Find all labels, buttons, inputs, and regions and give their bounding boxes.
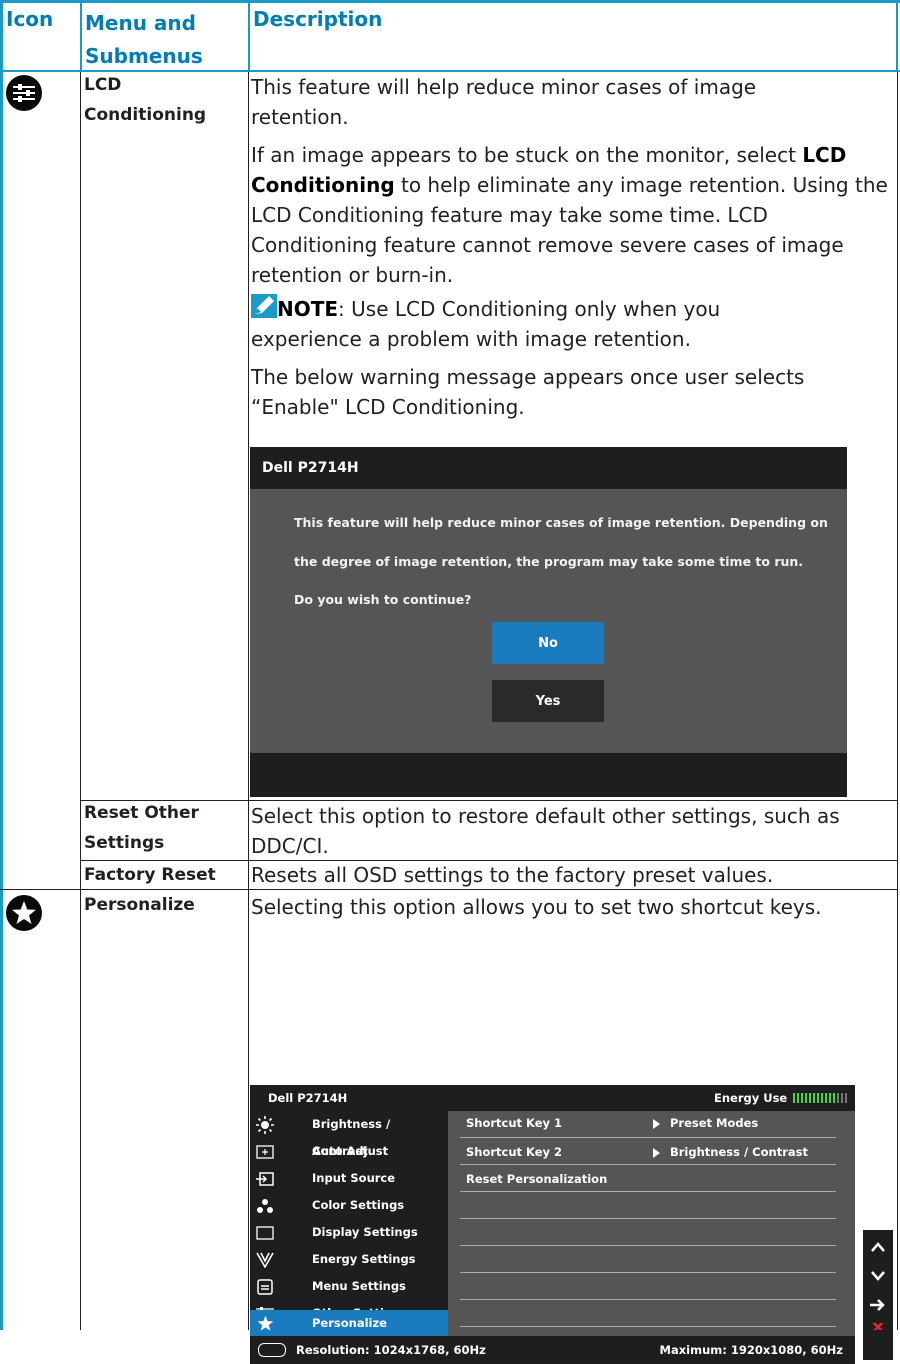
dialog-text: Do you wish to continue? (294, 592, 472, 607)
energy-use-fill (793, 1093, 837, 1103)
header-icon: Icon (6, 7, 54, 31)
display-settings-icon (256, 1224, 274, 1241)
personalize-description: Selecting this option allows you to set … (251, 895, 822, 919)
osd-status-bar: Resolution: 1024x1768, 60Hz Maximum: 192… (250, 1336, 855, 1364)
menu-label: Reset Other (84, 803, 199, 823)
reset-other-description: Select this option to restore default ot… (251, 804, 840, 858)
column-rule (248, 3, 250, 70)
header-menu-line2: Submenus (85, 44, 203, 68)
reset-personalization[interactable]: Reset Personalization (466, 1172, 607, 1186)
other-settings-icon (6, 75, 42, 111)
star-icon (6, 895, 42, 931)
energy-use-empty (837, 1093, 848, 1103)
osd-row-divider (460, 1272, 836, 1273)
column-rule (897, 70, 898, 1330)
osd-item-brightness-contrast[interactable]: Brightness / Contrast (250, 1111, 448, 1158)
shortcut-key-2-label[interactable]: Shortcut Key 2 (466, 1145, 562, 1159)
osd-sidebar: Brightness / Contrast Auto Adjust Input … (250, 1111, 448, 1336)
dialog-yes-button[interactable]: Yes (492, 680, 604, 722)
auto-adjust-icon (256, 1143, 274, 1160)
energy-use-meter (793, 1093, 848, 1103)
osd-menu: Dell P2714H Energy Use Brightness / Cont… (250, 1085, 855, 1364)
column-rule (896, 3, 898, 70)
play-icon (653, 1119, 660, 1129)
note-label: NOTE (277, 297, 339, 321)
osd-item-menu-settings[interactable]: Menu Settings (250, 1273, 448, 1300)
menu-label: LCD (84, 75, 122, 95)
osd-row-divider (460, 1164, 836, 1165)
osd-row-divider (460, 1299, 836, 1300)
shortcut-key-2-value[interactable]: Brightness / Contrast (670, 1145, 808, 1159)
osd-row-divider (460, 1245, 836, 1246)
input-source-icon (256, 1170, 274, 1187)
table-top-rule (0, 0, 900, 3)
star-icon (256, 1315, 274, 1332)
shortcut-key-1-label[interactable]: Shortcut Key 1 (466, 1116, 562, 1130)
osd-item-energy-settings[interactable]: Energy Settings (250, 1246, 448, 1273)
dialog-text: This feature will help reduce minor case… (294, 515, 828, 530)
menu-personalize: Personalize (84, 895, 195, 915)
osd-title-bar: Dell P2714H Energy Use (250, 1085, 855, 1111)
dialog-text: the degree of image retention, the progr… (294, 554, 804, 569)
up-icon[interactable] (867, 1236, 889, 1258)
osd-item-personalize[interactable]: Personalize (250, 1310, 448, 1337)
dialog-no-button[interactable]: No (492, 622, 604, 664)
warning-dialog: Dell P2714H This feature will help reduc… (250, 447, 847, 797)
resolution-text: Resolution: 1024x1768, 60Hz (296, 1343, 486, 1357)
header-menu: Menu and Submenus (85, 7, 203, 73)
menu-label: Settings (84, 833, 165, 853)
enter-arrow-icon[interactable] (867, 1294, 889, 1316)
column-rule (248, 70, 249, 1330)
osd-item-auto-adjust[interactable]: Auto Adjust (250, 1138, 448, 1165)
paragraph: If an image appears to be stuck on the m… (251, 143, 888, 287)
dialog-footer (250, 753, 847, 797)
osd-row-divider (460, 1326, 836, 1327)
paragraph: This feature will help reduce minor case… (251, 75, 757, 129)
dialog-title: Dell P2714H (250, 447, 847, 489)
play-icon (653, 1148, 660, 1158)
lcd-description: This feature will help reduce minor case… (251, 72, 891, 422)
input-port-icon (258, 1343, 286, 1357)
osd-row-divider (460, 1191, 836, 1192)
paragraph: The below warning message appears once u… (251, 365, 805, 419)
color-settings-icon (256, 1197, 274, 1214)
menu-reset-other-settings: Reset Other Settings (84, 798, 199, 858)
osd-row-divider (460, 1137, 836, 1138)
header-menu-line1: Menu and (85, 11, 196, 35)
menu-settings-icon (256, 1278, 274, 1295)
menu-lcd-conditioning: LCD Conditioning (84, 70, 206, 130)
osd-item-display-settings[interactable]: Display Settings (250, 1219, 448, 1246)
osd-item-input-source[interactable]: Input Source (250, 1165, 448, 1192)
column-rule (80, 70, 81, 1330)
energy-settings-icon (256, 1251, 274, 1268)
osd-row-divider (460, 1218, 836, 1219)
menu-factory-reset: Factory Reset (84, 865, 216, 885)
menu-label: Conditioning (84, 105, 207, 125)
column-rule (80, 3, 82, 70)
factory-reset-description: Resets all OSD settings to the factory p… (251, 863, 774, 887)
column-rule (0, 3, 3, 1330)
shortcut-key-1-value[interactable]: Preset Modes (670, 1116, 758, 1130)
brightness-icon (256, 1115, 274, 1134)
close-icon[interactable] (867, 1323, 889, 1330)
maximum-text: Maximum: 1920x1080, 60Hz (659, 1343, 843, 1357)
energy-use-label: Energy Use (714, 1091, 788, 1105)
down-icon[interactable] (867, 1265, 889, 1287)
note-pencil-icon (251, 294, 277, 318)
note: NOTE: Use LCD Conditioning only when you… (251, 294, 831, 354)
osd-title: Dell P2714H (268, 1091, 348, 1105)
header-description: Description (253, 7, 383, 31)
osd-item-color-settings[interactable]: Color Settings (250, 1192, 448, 1219)
